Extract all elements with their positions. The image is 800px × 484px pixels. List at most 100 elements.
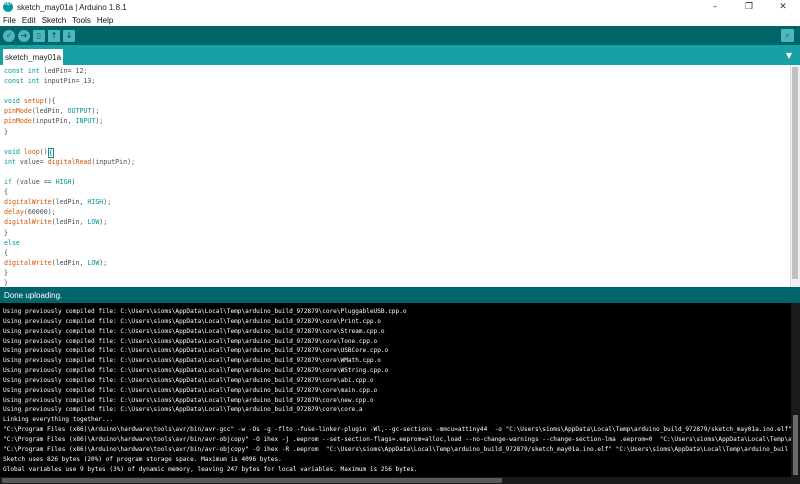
console-line: Linking everything together... [3, 416, 114, 424]
menu-help[interactable]: Help [97, 16, 113, 25]
code-token: (ledPin, [51, 258, 88, 267]
console-line: Using previously compiled file: C:\Users… [3, 327, 385, 335]
tab-menu-icon[interactable]: ▼ [784, 51, 794, 61]
save-button[interactable]: ↓ [63, 29, 75, 42]
code-token: ); [103, 198, 112, 207]
open-button[interactable]: ↑ [48, 29, 60, 42]
code-token: (inputPin, [31, 117, 76, 126]
console-line: Using previously compiled file: C:\Users… [3, 386, 378, 394]
console-line: "C:\Program Files (x86)\Arduino\hardware… [3, 445, 789, 453]
console-line: Using previously compiled file: C:\Users… [3, 376, 374, 384]
console-line: Global variables use 9 bytes (3%) of dyn… [3, 465, 418, 473]
upload-button[interactable]: ➔ [18, 29, 30, 42]
tab-sketch[interactable]: sketch_may01a [3, 49, 63, 65]
console-lines: Using previously compiled file: C:\Users… [3, 307, 800, 474]
status-bar: Done uploading. [0, 287, 800, 303]
code-token: HIGH [55, 178, 72, 187]
status-message: Done uploading. [4, 290, 63, 300]
code-line: } [4, 127, 135, 137]
toolbar: ✓ ➔ ▯ ↑ ↓ ⌕ [0, 26, 800, 45]
code-token: (){ [43, 97, 56, 106]
code-token: (ledPin, [51, 198, 88, 207]
code-token: () [39, 147, 48, 156]
code-token: int [27, 77, 40, 86]
console-line: Using previously compiled file: C:\Users… [3, 347, 389, 355]
code-token: (ledPin, [31, 107, 68, 116]
code-token: setup [23, 97, 44, 106]
code-token: ); [99, 258, 108, 267]
code-line: pinMode(inputPin, INPUT); [4, 116, 135, 126]
code-token: digitalWrite [4, 218, 52, 227]
code-token: else [4, 238, 20, 247]
code-line: const int ledPin= 12; [4, 66, 135, 76]
code-line: } [4, 268, 135, 278]
code-line: digitalWrite(ledPin, HIGH); [4, 197, 135, 207]
code-line: if (value == HIGH) [4, 177, 135, 187]
code-token: LOW [87, 218, 100, 227]
window-controls: – ❐ ✕ [698, 0, 800, 14]
code-token: ) [71, 178, 76, 187]
editor-scrollbar[interactable] [790, 65, 800, 287]
code-line: digitalWrite(ledPin, LOW); [4, 258, 135, 268]
code-token: } [4, 278, 8, 287]
console-line: Using previously compiled file: C:\Users… [3, 337, 378, 345]
code-token: const [4, 67, 24, 75]
console-line: Sketch uses 826 bytes (20%) of program s… [3, 455, 282, 463]
menu-edit[interactable]: Edit [22, 16, 36, 25]
code-token: int [27, 67, 40, 75]
console-line: Using previously compiled file: C:\Users… [3, 367, 389, 375]
console-horizontal-scrollbar-thumb[interactable] [2, 478, 502, 483]
menu-file[interactable]: File [3, 16, 16, 25]
menu-sketch[interactable]: Sketch [42, 16, 66, 25]
menu-tools[interactable]: Tools [72, 16, 91, 25]
code-token: void [4, 97, 20, 106]
code-line: digitalWrite(ledPin, LOW); [4, 217, 135, 227]
code-line: void setup(){ [4, 96, 135, 106]
code-token: LOW [87, 258, 100, 267]
code-token: value= [15, 157, 48, 166]
code-token: (inputPin); [91, 157, 136, 166]
console-line: Using previously compiled file: C:\Users… [3, 406, 363, 414]
code-token: loop [23, 147, 40, 156]
console-scrollbar-thumb[interactable] [793, 415, 798, 475]
code-token: } [4, 228, 8, 237]
editor-scrollbar-thumb[interactable] [792, 67, 798, 279]
console-line: Using previously compiled file: C:\Users… [3, 317, 381, 325]
code-editor[interactable]: const int ledPin= 12; const int inputPin=… [0, 65, 800, 287]
menu-bar: File Edit Sketch Tools Help [0, 14, 800, 26]
console-line: Using previously compiled file: C:\Users… [3, 396, 374, 404]
minimize-button[interactable]: – [698, 0, 732, 14]
console-scrollbar[interactable] [791, 303, 800, 484]
maximize-button[interactable]: ❐ [732, 0, 766, 14]
code-line: int value= digitalRead(inputPin); [4, 157, 135, 167]
code-token: digitalWrite [4, 258, 52, 267]
serial-monitor-button[interactable]: ⌕ [781, 29, 794, 42]
code-token: { [4, 248, 8, 257]
code-line: { [4, 187, 135, 197]
console-horizontal-scrollbar[interactable] [0, 477, 791, 484]
console-line: "C:\Program Files (x86)\Arduino\hardware… [3, 435, 800, 443]
code-line: } [4, 278, 135, 287]
code-token: ledPin= 12; [39, 67, 88, 75]
code-token: (60000); [23, 208, 56, 217]
code-token: (ledPin, [51, 218, 88, 227]
code-token: OUTPUT [67, 107, 92, 116]
window-title: sketch_may01a | Arduino 1.8.1 [17, 2, 127, 12]
console-line: Using previously compiled file: C:\Users… [3, 308, 407, 315]
title-bar: sketch_may01a | Arduino 1.8.1 – ❐ ✕ [0, 0, 800, 14]
code-token: if [4, 178, 12, 187]
code-token: digitalRead [47, 157, 92, 166]
close-button[interactable]: ✕ [766, 0, 800, 14]
code-token: delay [4, 208, 24, 217]
console-output[interactable]: Using previously compiled file: C:\Users… [0, 303, 800, 484]
code-line: delay(60000); [4, 207, 135, 217]
code-line: void loop(){ [4, 147, 135, 158]
code-lines: const int ledPin= 12; const int inputPin=… [4, 66, 135, 287]
console-line: "C:\Program Files (x86)\Arduino\hardware… [3, 426, 800, 434]
code-token: ); [99, 218, 108, 227]
verify-button[interactable]: ✓ [3, 29, 15, 42]
new-button[interactable]: ▯ [33, 29, 45, 42]
